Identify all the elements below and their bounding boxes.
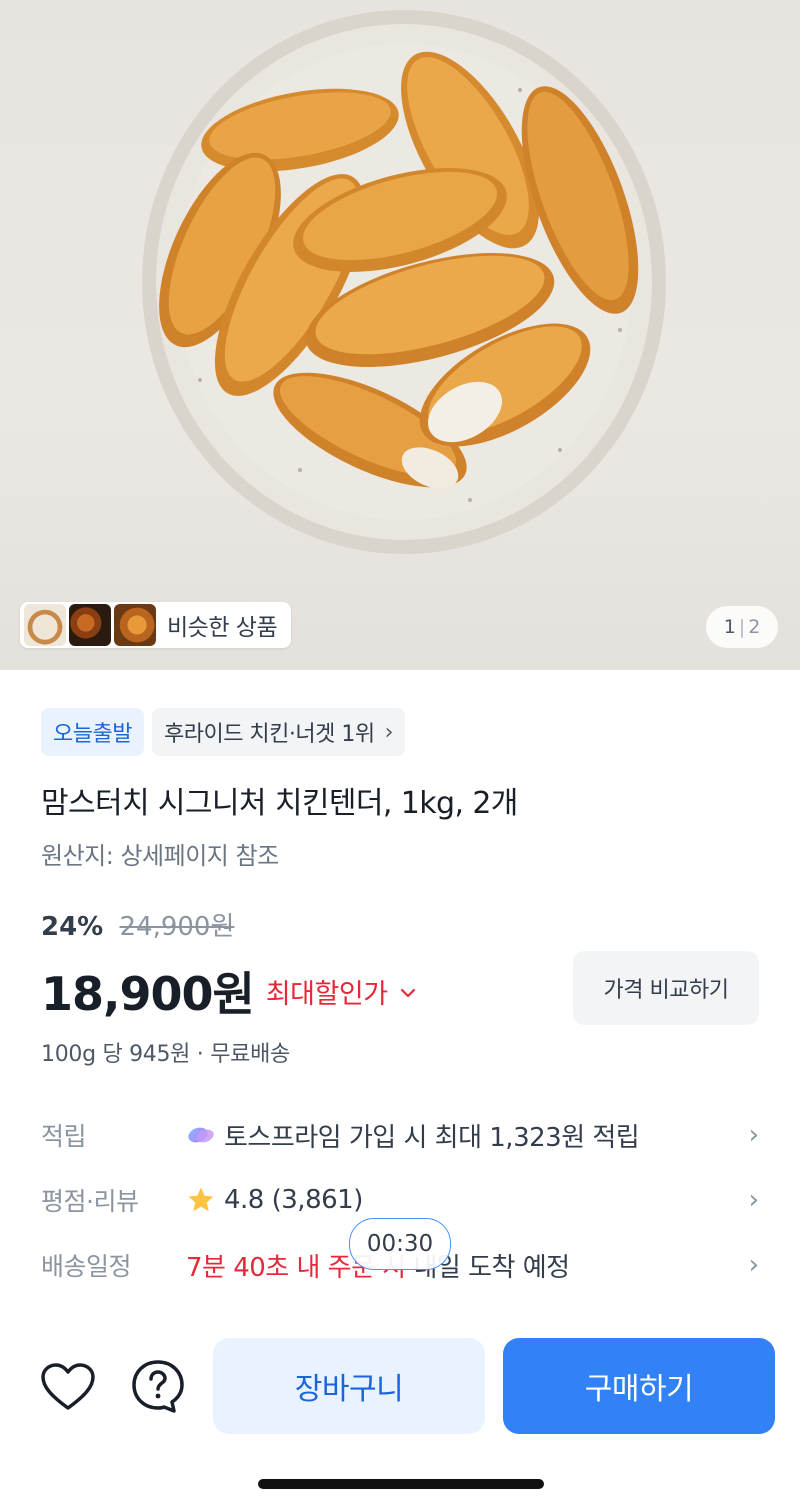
max-discount-label: 최대할인가: [265, 978, 388, 1010]
similar-product-thumbnail: [24, 604, 66, 646]
product-image-carousel[interactable]: 비슷한 상품 1 | 2: [0, 0, 800, 670]
chevron-right-icon: ›: [748, 1185, 759, 1215]
points-row[interactable]: 적립 토스프라임 가입 시 최대 1,323원 적립 ›: [41, 1110, 759, 1160]
price-row: 18,900원 최대할인가: [41, 958, 416, 1024]
today-shipping-badge: 오늘출발: [41, 708, 144, 756]
product-origin: 원산지: 상세페이지 참조: [41, 842, 279, 870]
ranking-badge[interactable]: 후라이드 치킨·너겟 1위 ›: [151, 708, 405, 756]
home-indicator[interactable]: [258, 1479, 544, 1489]
points-value: 토스프라임 가입 시 최대 1,323원 적립: [224, 1122, 640, 1153]
discount-row: 24% 24,900원: [41, 906, 234, 943]
today-shipping-label: 오늘출발: [53, 722, 132, 747]
original-price: 24,900원: [119, 912, 235, 942]
chevron-right-icon: ›: [384, 719, 394, 745]
similar-products-chip[interactable]: 비슷한 상품: [20, 602, 292, 648]
page-total: 2: [748, 616, 761, 638]
toss-prime-icon: [188, 1127, 214, 1143]
discount-rate: 24%: [41, 912, 104, 942]
max-discount-toggle[interactable]: 최대할인가: [266, 972, 416, 1011]
price-compare-button[interactable]: 가격 비교하기: [573, 951, 759, 1025]
question-icon[interactable]: [130, 1358, 186, 1414]
unit-price-shipping: 100g 당 945원 · 무료배송: [41, 1042, 290, 1067]
similar-products-label: 비슷한 상품: [167, 615, 278, 641]
ranking-label: 후라이드 치킨·너겟 1위: [163, 722, 375, 747]
points-label: 적립: [41, 1122, 87, 1151]
rating-label: 평점·리뷰: [41, 1187, 139, 1216]
similar-product-thumbnail: [114, 604, 156, 646]
chevron-down-icon: [400, 979, 416, 1003]
sale-price: 18,900원: [41, 967, 255, 1021]
add-to-cart-button[interactable]: 장바구니: [213, 1338, 485, 1434]
product-title: 맘스터치 시그니처 치킨텐더, 1kg, 2개: [41, 786, 518, 821]
buy-now-button[interactable]: 구매하기: [503, 1338, 775, 1434]
product-badges: 오늘출발 후라이드 치킨·너겟 1위 ›: [41, 708, 405, 756]
image-page-indicator: 1 | 2: [706, 606, 778, 648]
page-current: 1: [723, 616, 736, 638]
rating-value: 4.8 (3,861): [224, 1185, 363, 1215]
chevron-right-icon: ›: [748, 1250, 759, 1280]
similar-product-thumbnail: [69, 604, 111, 646]
delivery-label: 배송일정: [41, 1252, 132, 1281]
star-icon: [188, 1187, 214, 1212]
chevron-right-icon: ›: [748, 1120, 759, 1150]
heart-icon[interactable]: [40, 1362, 96, 1412]
product-photo: [142, 10, 666, 554]
countdown-timer: 00:30: [349, 1218, 451, 1270]
